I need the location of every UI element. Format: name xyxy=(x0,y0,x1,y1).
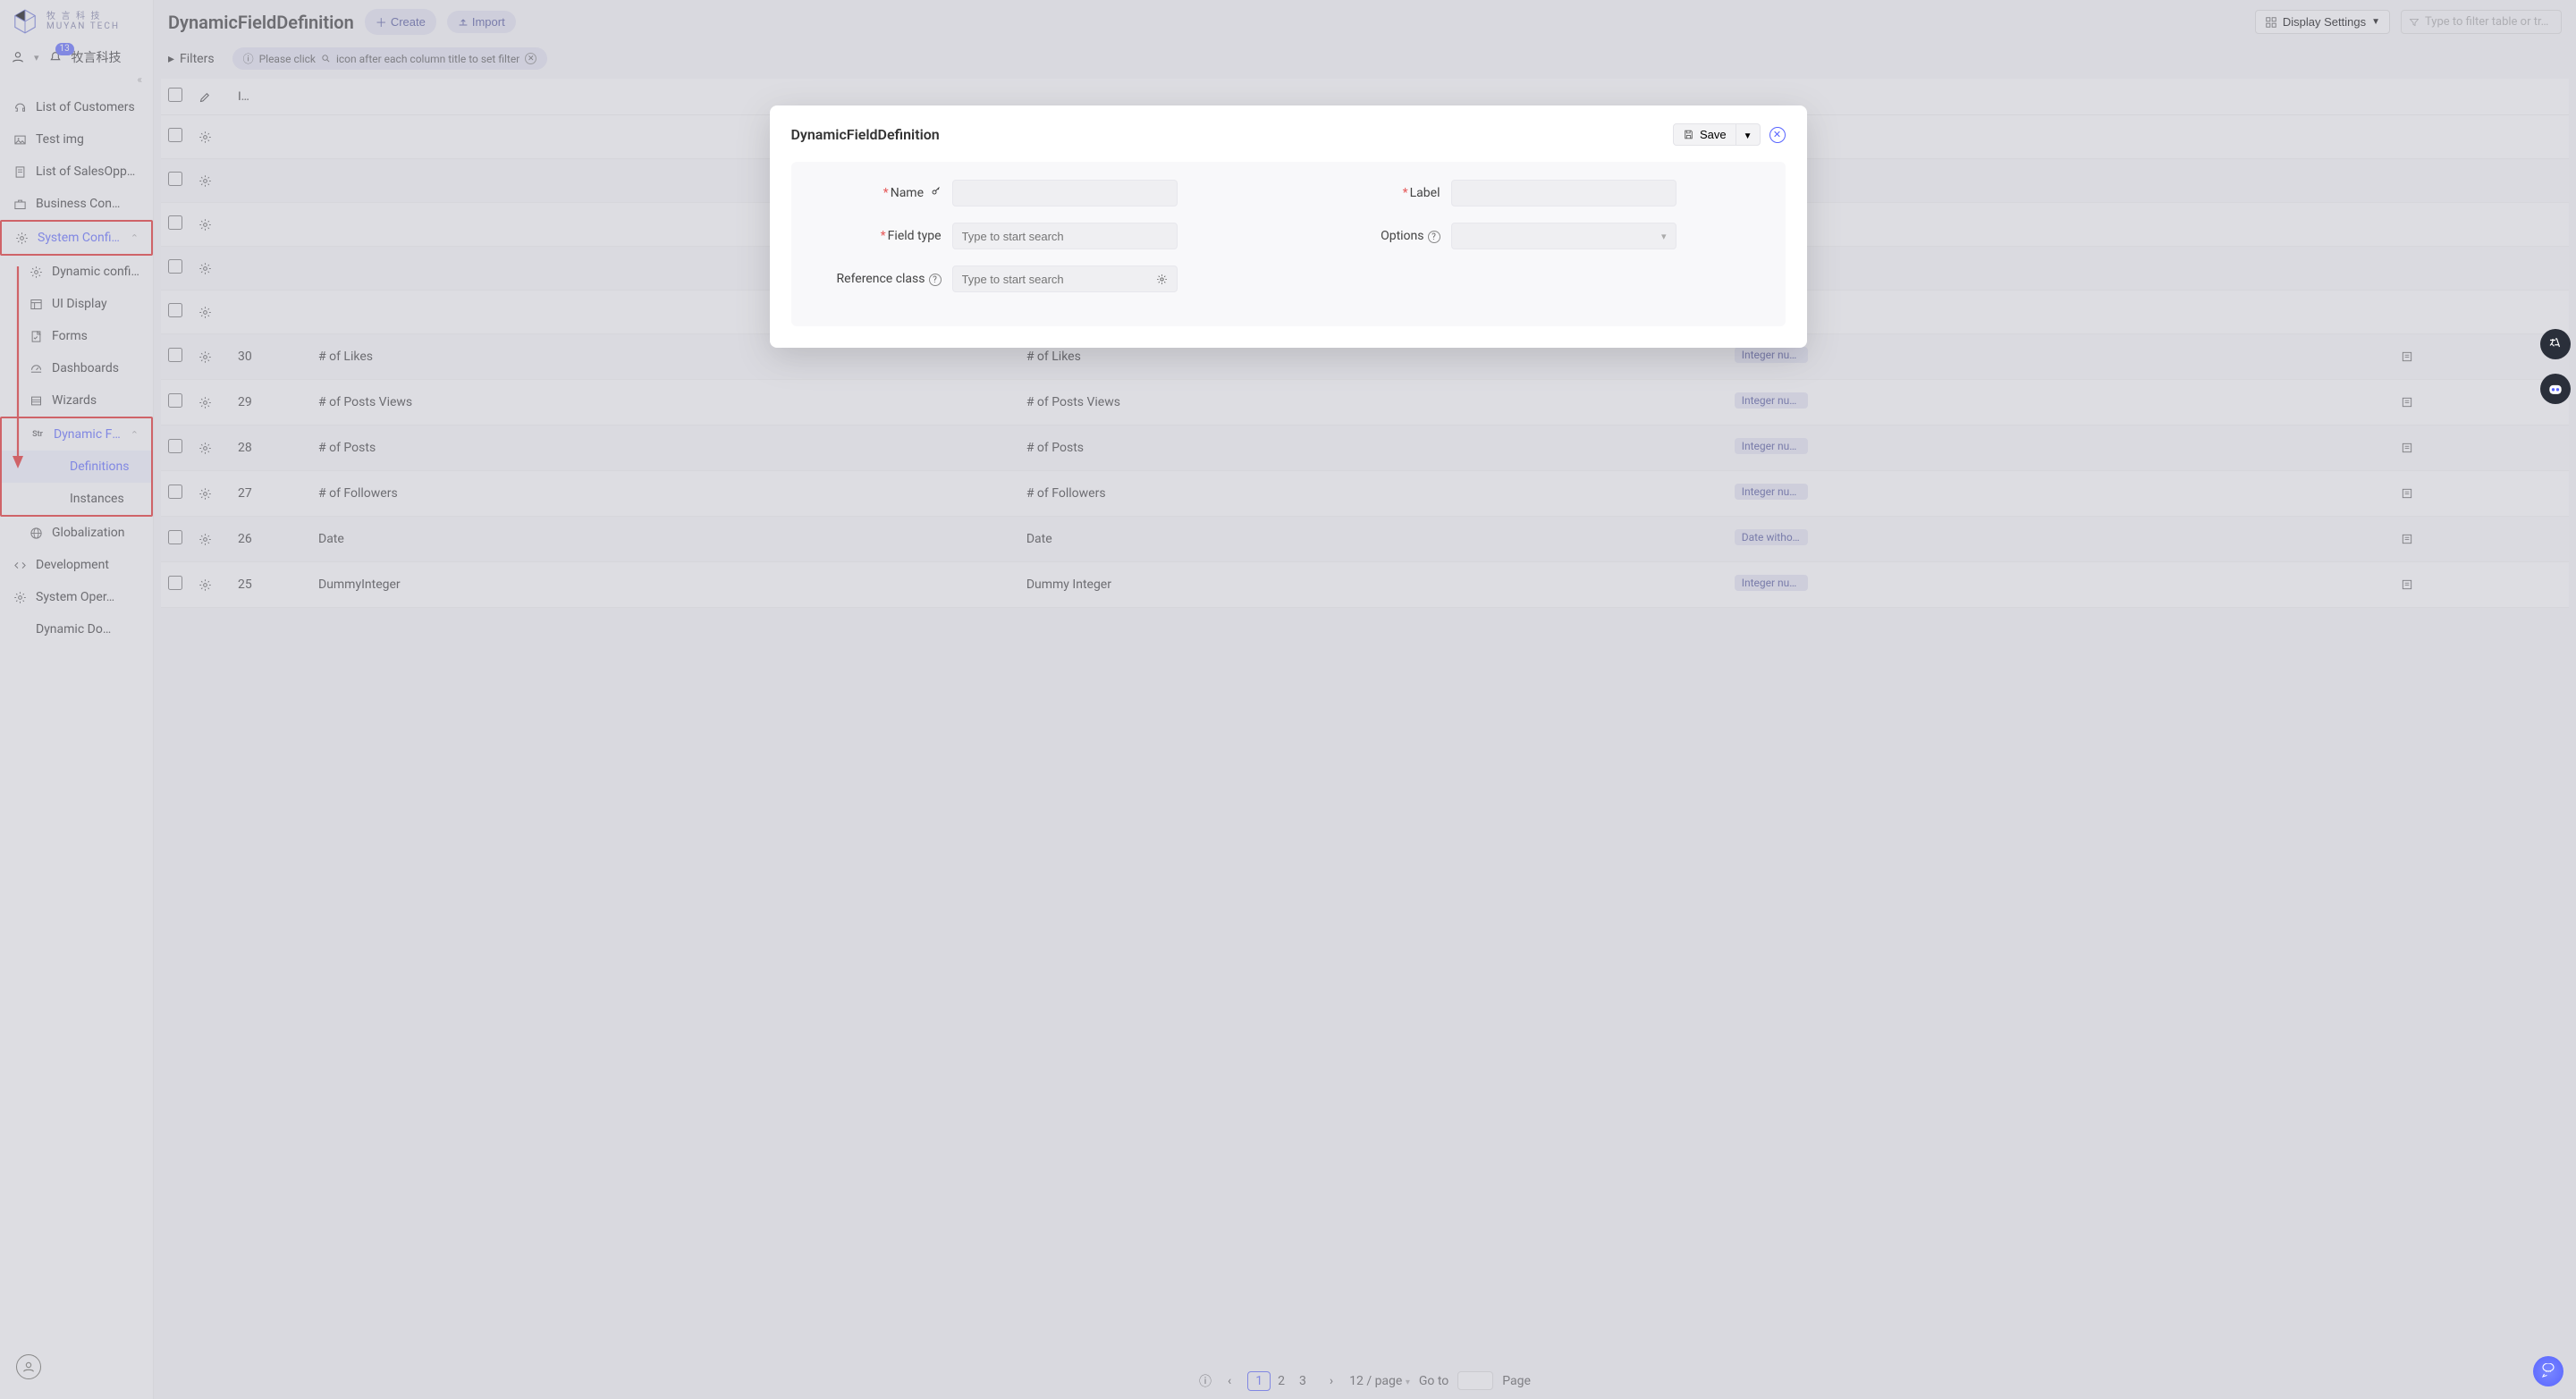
input-name[interactable] xyxy=(952,180,1178,206)
create-modal: DynamicFieldDefinition Save ▼ ✕ *Name xyxy=(770,105,1807,348)
close-modal-icon[interactable]: ✕ xyxy=(1769,127,1786,143)
label-options: Options? xyxy=(1315,229,1440,244)
form-panel: *Name *Label *Field type Options? ▾ xyxy=(791,162,1786,326)
select-options[interactable]: ▾ xyxy=(1451,223,1677,249)
modal-overlay: DynamicFieldDefinition Save ▼ ✕ *Name xyxy=(0,0,2576,1399)
help-icon[interactable]: ? xyxy=(929,274,942,286)
input-fieldtype[interactable] xyxy=(952,223,1178,249)
modal-title: DynamicFieldDefinition xyxy=(791,126,940,143)
input-label[interactable] xyxy=(1451,180,1677,206)
label-name: *Name xyxy=(816,186,942,200)
avatar-button[interactable] xyxy=(16,1354,41,1379)
label-label: *Label xyxy=(1315,186,1440,200)
label-fieldtype: *Field type xyxy=(816,229,942,243)
gear-icon[interactable] xyxy=(1156,274,1168,285)
bot-button[interactable] xyxy=(2540,374,2571,404)
chat-button[interactable] xyxy=(2533,1356,2563,1386)
save-dropdown[interactable]: ▼ xyxy=(1736,123,1761,146)
help-icon[interactable]: ? xyxy=(1428,231,1440,243)
input-refclass[interactable] xyxy=(952,265,1178,292)
label-refclass: Reference class? xyxy=(816,272,942,287)
translate-button[interactable] xyxy=(2540,329,2571,359)
key-icon xyxy=(927,186,941,200)
save-button[interactable]: Save xyxy=(1673,123,1736,146)
save-icon xyxy=(1683,129,1694,140)
